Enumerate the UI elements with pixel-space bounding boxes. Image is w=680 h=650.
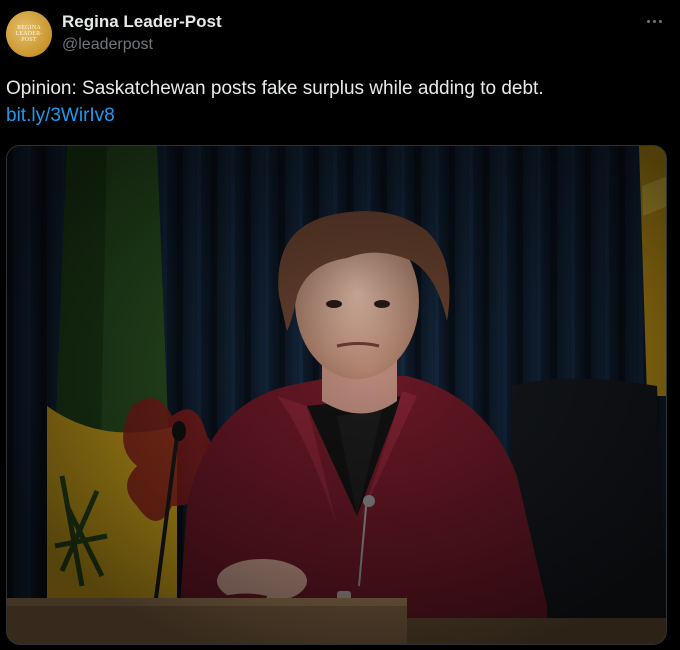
tweet-text: Opinion: Saskatchewan posts fake surplus… [6, 78, 544, 99]
dot [652, 19, 656, 23]
author-display-name[interactable]: Regina Leader-Post [62, 11, 222, 33]
dot [646, 19, 650, 23]
photo-illustration [7, 146, 666, 644]
tweet-link[interactable]: bit.ly/3WirIv8 [6, 103, 115, 128]
more-options-icon[interactable] [642, 12, 666, 30]
tweet-media-photo[interactable] [6, 145, 667, 645]
author-block: Regina Leader-Post @leaderpost [62, 11, 222, 56]
avatar-logo-text: REGINA LEADER-POST [15, 25, 43, 43]
dot [658, 19, 662, 23]
author-avatar[interactable]: REGINA LEADER-POST [6, 11, 52, 57]
tweet-card[interactable]: REGINA LEADER-POST Regina Leader-Post @l… [0, 0, 680, 650]
author-handle[interactable]: @leaderpost [62, 34, 222, 56]
